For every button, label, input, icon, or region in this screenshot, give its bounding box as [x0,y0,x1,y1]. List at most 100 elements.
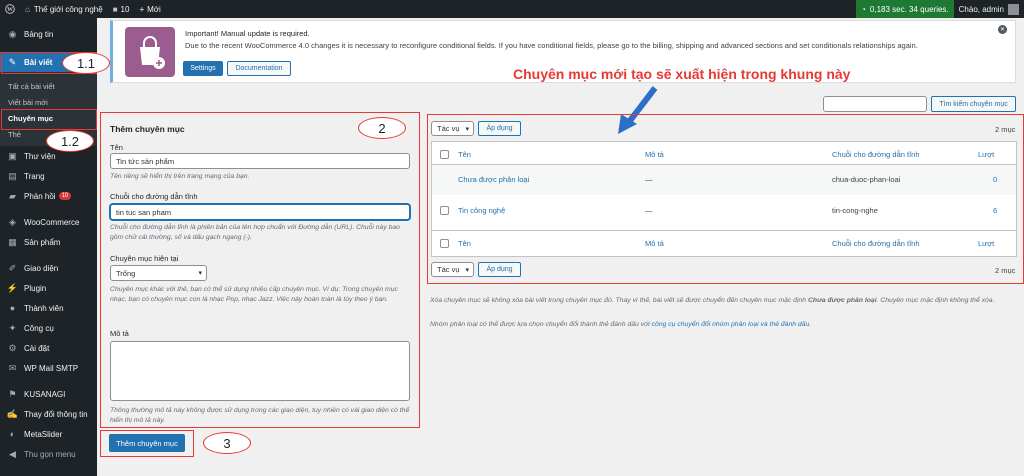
column-header-slug[interactable]: Chuỗi cho đường dẫn tĩnh [832,150,920,159]
dismiss-notice-icon[interactable]: ✕ [998,25,1007,34]
notice-title: Important! Manual update is required. [185,29,310,38]
items-count-top: 2 mục [995,125,1016,134]
table-row: Tin công nghệ — tin-cong-nghe 6 [432,195,1016,227]
category-name-input[interactable]: Tin tức sản phẩm [110,153,410,169]
description-label: Mô tả [110,329,129,338]
sidebar-item-wp-mail-smtp[interactable]: ✉ WP Mail SMTP [0,358,97,378]
bulk-actions-select-top[interactable]: Tác vụ ▾ [431,121,474,136]
documentation-button[interactable]: Documentation [227,61,291,76]
category-slug: tin-cong-nghe [832,206,878,215]
comment-icon: ■ [112,4,118,14]
sidebar-item-tools[interactable]: ✦ Công cụ [0,318,97,338]
category-tag-converter-link[interactable]: công cụ chuyển đổi nhóm phân loại và thẻ… [652,321,810,328]
svg-text:W: W [7,7,13,13]
column-footer-count[interactable]: Lượt [978,239,994,248]
category-name-link[interactable]: Chưa được phân loại [458,175,529,184]
brush-icon: ✐ [8,262,17,273]
row-checkbox[interactable] [440,206,449,215]
notice-text: Due to the recent WooCommerce 4.0 change… [185,41,918,50]
performance-indicator[interactable]: ◔ 0,183 sec. 34 queries. [856,0,954,18]
sidebar-item-change-info[interactable]: ✍ Thay đổi thông tin [0,404,97,424]
sidebar-item-metaslider[interactable]: ◐ MetaSlider [0,424,97,444]
wordpress-logo-icon[interactable]: W [0,0,20,18]
search-categories-input[interactable] [823,96,927,112]
category-count-link[interactable]: 0 [993,175,997,184]
comments-link[interactable]: ■ 10 [108,0,135,18]
sidebar-item-comments[interactable]: ▰ Phản hồi 10 [0,186,97,206]
apply-button-bottom[interactable]: Áp dụng [478,262,521,277]
category-slug: chua-duoc-phan-loai [832,175,901,184]
parent-category-select[interactable]: Trống ▾ [110,265,207,281]
column-footer-slug[interactable]: Chuỗi cho đường dẫn tĩnh [832,239,920,248]
annotation-label-1-1: 1.1 [62,52,110,74]
annotation-label-2: 2 [358,117,406,139]
categories-table: Tên Mô tả Chuỗi cho đường dẫn tĩnh Lượt … [431,141,1017,257]
name-help-text: Tên riêng sẽ hiển thị trên trang mạng củ… [110,173,250,180]
select-all-checkbox-bottom[interactable] [440,239,449,248]
settings-button[interactable]: Settings [183,61,223,76]
column-footer-name[interactable]: Tên [458,239,471,248]
submenu-new-post[interactable]: Viết bài mới [0,94,97,110]
column-footer-description[interactable]: Mô tả [645,239,664,248]
dashboard-icon: ◉ [8,28,17,39]
collapse-icon: ◀ [9,448,16,459]
user-icon: ● [9,303,16,313]
kusanagi-icon: ⚑ [8,388,17,399]
submenu-all-posts[interactable]: Tất cả bài viết [0,78,97,94]
column-header-name[interactable]: Tên [458,150,471,159]
slug-label: Chuỗi cho đường dẫn tĩnh [110,192,198,201]
admin-sidebar: ◉ Bảng tin ✎ Bài viết Tất cả bài viết Viết… [0,18,97,476]
add-category-form: Thêm chuyên mục Tên Tin tức sản phẩm Tên… [100,112,420,428]
delete-category-note: Xóa chuyên mục sẽ không xóa bài viết tro… [430,297,995,304]
speedometer-icon: ◔ [861,4,866,14]
category-description: — [645,175,653,184]
apply-button-top[interactable]: Áp dụng [478,121,521,136]
search-categories-button[interactable]: Tìm kiếm chuyên mục [931,96,1016,112]
bulk-actions-select-bottom[interactable]: Tác vụ ▾ [431,262,474,277]
category-name-link[interactable]: Tin công nghệ [458,206,505,215]
wrench-icon: ✦ [8,322,17,333]
site-name-link[interactable]: ⌂ Thế giới công nghệ [20,0,108,18]
sidebar-item-settings[interactable]: ⚙ Cài đặt [0,338,97,358]
sidebar-item-appearance[interactable]: ✐ Giao diện [0,258,97,278]
footer-divider [432,230,1016,231]
comments-badge: 10 [58,192,72,200]
collapse-menu-button[interactable]: ◀ Thu gọn menu [0,444,97,464]
callout-text: Chuyên mục mới tạo sẽ xuất hiện trong kh… [513,66,851,82]
column-header-count[interactable]: Lượt [978,150,994,159]
annotation-box-categories [1,109,97,130]
sidebar-item-woocommerce[interactable]: ◈ WooCommerce [0,212,97,232]
parent-help-text: Chuyên mục khác với thẻ, bạn có thể sử d… [110,286,398,303]
woo-icon: ◈ [9,216,16,227]
sidebar-item-kusanagi[interactable]: ⚑ KUSANAGI [0,384,97,404]
select-all-checkbox[interactable] [440,150,449,159]
category-count-link[interactable]: 6 [993,206,997,215]
column-header-description[interactable]: Mô tả [645,150,664,159]
sidebar-item-products[interactable]: ▦ Sản phẩm [0,232,97,252]
admin-bar: W ⌂ Thế giới công nghệ ■ 10 + Mới ◔ 0,18… [0,0,1024,18]
new-content-link[interactable]: + Mới [134,0,165,18]
sidebar-item-dashboard[interactable]: ◉ Bảng tin [0,24,97,44]
items-count-bottom: 2 mục [995,266,1016,275]
chevron-down-icon: ▾ [198,270,202,277]
sidebar-item-plugins[interactable]: ⚡ Plugin [0,278,97,298]
plugin-icon: ⚡ [6,282,19,293]
chevron-down-icon: ▾ [465,125,469,133]
mail-icon: ✉ [8,362,17,373]
slider-icon: ◐ [9,429,16,439]
plus-icon: + [139,4,145,14]
comment-icon: ▰ [9,190,16,201]
sidebar-item-users[interactable]: ● Thành viên [0,298,97,318]
parent-label: Chuyên mục hiện tại [110,254,179,263]
annotation-label-1-2: 1.2 [46,130,94,152]
account-menu[interactable]: Chào, admin [954,0,1024,18]
table-row: Chưa được phân loại — chua-duoc-phan-loa… [432,165,1016,195]
category-slug-input[interactable]: tin tuc san pham [110,204,410,220]
sidebar-item-pages[interactable]: ▤ Trang [0,166,97,186]
description-help-text: Thông thường mô tả này không được sử dụn… [110,407,410,424]
product-icon: ▦ [8,236,17,247]
edit-icon: ✍ [6,408,19,419]
woocommerce-bag-logo-icon [125,27,175,77]
home-icon: ⌂ [25,4,30,14]
category-description-textarea[interactable] [110,341,410,401]
